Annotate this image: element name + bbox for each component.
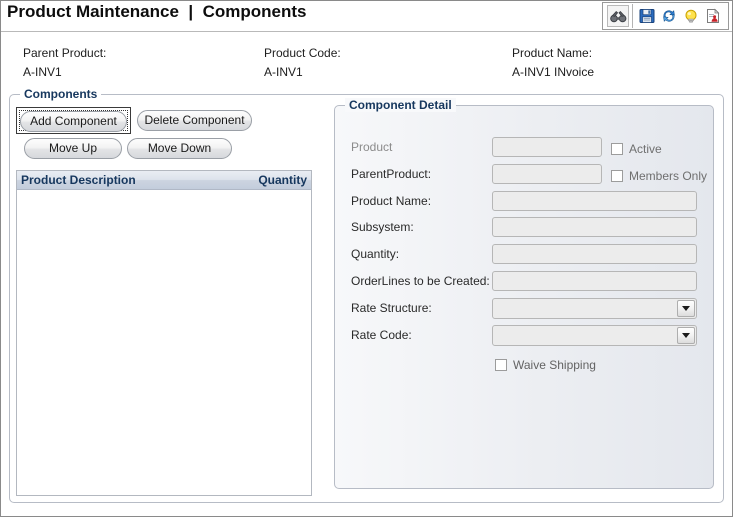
delete-component-button[interactable]: Delete Component — [137, 110, 252, 131]
refresh-icon[interactable] — [658, 5, 680, 27]
column-header-quantity[interactable]: Quantity — [258, 173, 307, 187]
field-rate-code: Rate Code: — [335, 325, 713, 347]
field-label-subsystem: Subsystem: — [351, 220, 414, 234]
binoculars-icon[interactable] — [607, 5, 629, 27]
save-icon[interactable] — [636, 5, 658, 27]
lightbulb-icon[interactable] — [680, 5, 702, 27]
rate-structure-select[interactable] — [492, 298, 697, 319]
waive-shipping-checkbox-label: Waive Shipping — [513, 358, 596, 372]
field-orderlines: OrderLines to be Created: — [335, 271, 713, 293]
components-group-title: Components — [20, 87, 101, 101]
toolbar — [602, 2, 729, 30]
waive-shipping-checkbox-row[interactable]: Waive Shipping — [495, 358, 596, 372]
components-list-body[interactable] — [17, 191, 311, 495]
product-code-value: A-INV1 — [264, 65, 341, 79]
active-checkbox[interactable] — [611, 143, 623, 155]
add-component-focus-frame: Add Component — [16, 107, 131, 134]
components-group: Components Add Component Delete Componen… — [9, 94, 724, 503]
quantity-input[interactable] — [492, 244, 697, 264]
parent-product-label: Parent Product: — [23, 46, 106, 60]
header-divider — [1, 31, 732, 32]
active-checkbox-row[interactable]: Active — [611, 142, 662, 156]
members-only-checkbox-row[interactable]: Members Only — [611, 169, 707, 183]
field-subsystem: Subsystem: — [335, 217, 713, 239]
component-detail-group: Component Detail Product Active ParentPr… — [334, 105, 714, 489]
page-title: Product Maintenance | Components — [7, 2, 306, 22]
waive-shipping-checkbox[interactable] — [495, 359, 507, 371]
field-product-name: Product Name: — [335, 191, 713, 213]
components-list[interactable]: Product Description Quantity — [16, 170, 312, 496]
subsystem-input[interactable] — [492, 217, 697, 237]
active-checkbox-label: Active — [629, 142, 662, 156]
field-rate-structure: Rate Structure: — [335, 298, 713, 320]
product-code-label: Product Code: — [264, 46, 341, 60]
field-label-rate-code: Rate Code: — [351, 328, 412, 342]
field-label-product: Product — [351, 140, 392, 154]
product-name-field: Product Name: A-INV1 INvoice — [512, 46, 594, 79]
add-component-button[interactable]: Add Component — [20, 111, 127, 132]
parent-product-field: Parent Product: A-INV1 — [23, 46, 106, 79]
parent-product-value: A-INV1 — [23, 65, 106, 79]
move-up-button[interactable]: Move Up — [24, 138, 122, 159]
chevron-down-icon[interactable] — [677, 327, 695, 344]
product-name-label: Product Name: — [512, 46, 594, 60]
product-input[interactable] — [492, 137, 602, 157]
parent-product-input[interactable] — [492, 164, 602, 184]
field-label-quantity: Quantity: — [351, 247, 399, 261]
chevron-down-icon[interactable] — [677, 300, 695, 317]
application-window: Product Maintenance | Components — [0, 0, 733, 517]
members-only-checkbox[interactable] — [611, 170, 623, 182]
toolbar-divider — [632, 4, 633, 28]
title-bar: Product Maintenance | Components — [1, 1, 732, 31]
field-label-orderlines: OrderLines to be Created: — [351, 274, 490, 288]
field-label-product-name: Product Name: — [351, 194, 431, 208]
page-title-main: Product Maintenance — [7, 2, 179, 21]
members-only-checkbox-label: Members Only — [629, 169, 707, 183]
page-title-sub: Components — [203, 2, 307, 21]
product-name-input[interactable] — [492, 191, 697, 211]
components-list-header: Product Description Quantity — [17, 171, 311, 190]
column-header-product-description[interactable]: Product Description — [21, 173, 136, 187]
rate-code-select[interactable] — [492, 325, 697, 346]
component-detail-group-title: Component Detail — [345, 98, 456, 112]
move-down-button[interactable]: Move Down — [127, 138, 232, 159]
field-label-rate-structure: Rate Structure: — [351, 301, 432, 315]
product-info-header: Parent Product: A-INV1 Product Code: A-I… — [1, 46, 732, 82]
product-name-value: A-INV1 INvoice — [512, 65, 594, 79]
field-quantity: Quantity: — [335, 244, 713, 266]
product-code-field: Product Code: A-INV1 — [264, 46, 341, 79]
field-label-parent-product: ParentProduct: — [351, 167, 431, 181]
orderlines-input[interactable] — [492, 271, 697, 291]
page-title-sep — [179, 2, 188, 21]
report-icon[interactable] — [702, 5, 724, 27]
page-title-gap — [193, 2, 202, 21]
